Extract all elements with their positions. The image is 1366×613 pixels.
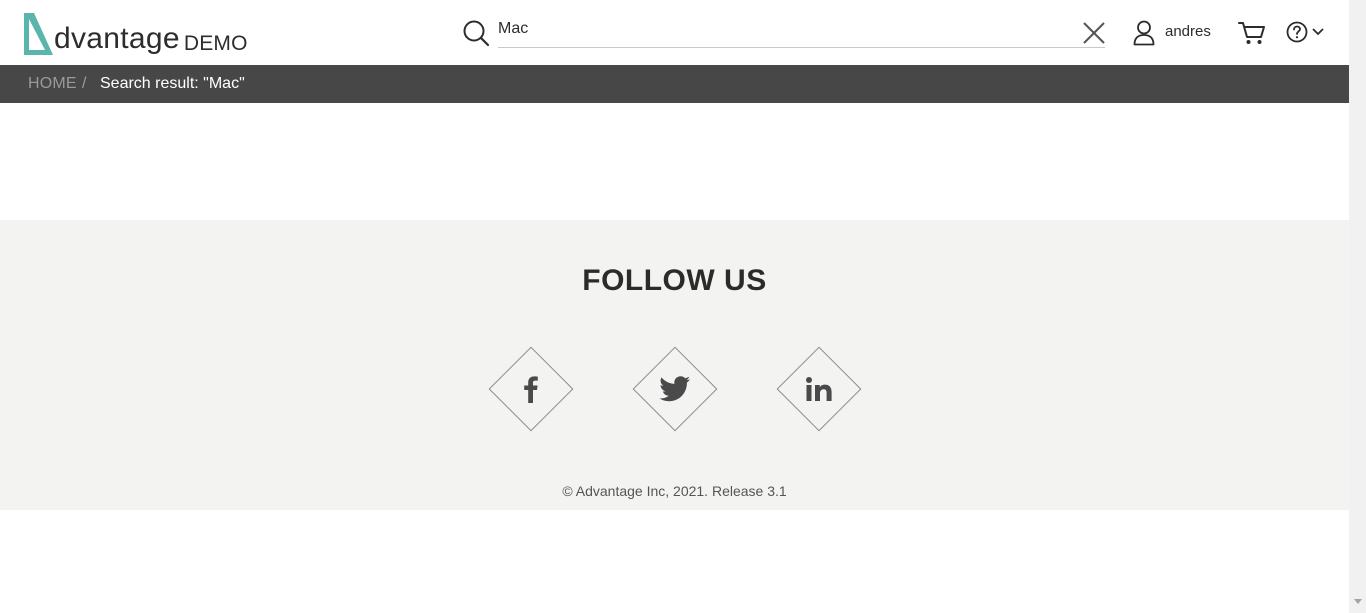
page: dvantage DEMO andres <box>0 0 1349 613</box>
scroll-down-arrow-icon[interactable] <box>1354 599 1362 604</box>
logo-demo-text: DEMO <box>183 32 248 55</box>
breadcrumb-home-link[interactable]: HOME <box>28 75 77 93</box>
help-icon[interactable] <box>1286 21 1308 43</box>
facebook-icon <box>524 376 538 403</box>
search-icon[interactable] <box>462 19 490 47</box>
search-results-area <box>0 103 1349 220</box>
copyright-text: © Advantage Inc, 2021. Release 3.1 <box>562 483 787 499</box>
footer: FOLLOW US © Advantage Inc, 2021. Release… <box>0 220 1349 510</box>
logo-a-icon <box>24 13 53 55</box>
chevron-down-icon[interactable] <box>1312 27 1324 37</box>
breadcrumb: HOME / Search result: "Mac" <box>0 65 1349 103</box>
facebook-link[interactable] <box>488 346 574 432</box>
page-scrollbar[interactable] <box>1349 0 1366 613</box>
breadcrumb-separator: / <box>82 75 87 92</box>
follow-us-title: FOLLOW US <box>582 264 767 297</box>
twitter-link[interactable] <box>632 346 718 432</box>
linkedin-icon <box>806 377 832 401</box>
breadcrumb-current: Search result: "Mac" <box>100 75 245 92</box>
close-icon[interactable] <box>1082 21 1106 45</box>
cart-icon[interactable] <box>1238 20 1266 46</box>
search-input[interactable] <box>498 17 1105 48</box>
linkedin-link[interactable] <box>776 346 862 432</box>
site-header: dvantage DEMO andres <box>0 0 1349 65</box>
user-name[interactable]: andres <box>1165 23 1211 40</box>
user-icon[interactable] <box>1133 20 1155 46</box>
logo-text: dvantage <box>54 22 180 55</box>
twitter-icon <box>659 376 690 402</box>
logo[interactable]: dvantage DEMO <box>22 9 248 57</box>
